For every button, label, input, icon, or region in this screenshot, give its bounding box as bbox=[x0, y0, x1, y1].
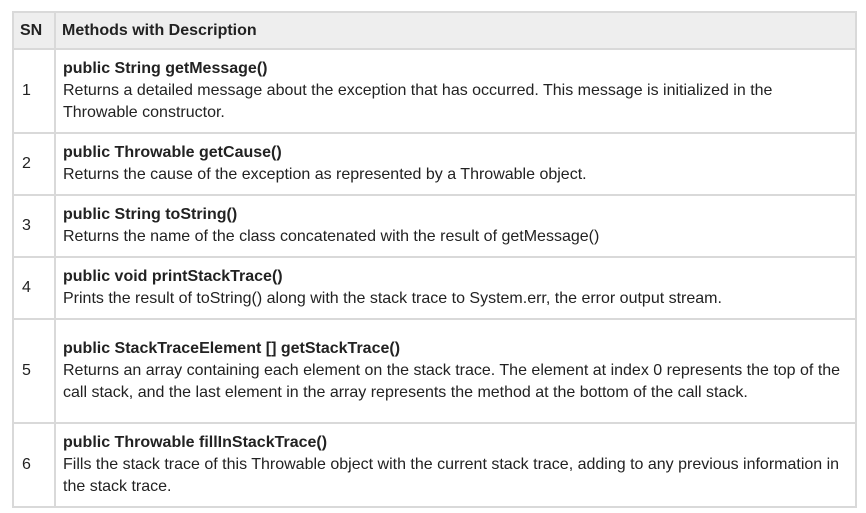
method-description: Returns the cause of the exception as re… bbox=[63, 166, 587, 183]
methods-table-container: SN Methods with Description 1 public Str… bbox=[12, 11, 857, 508]
table-header-row: SN Methods with Description bbox=[12, 11, 857, 50]
column-header-description: Methods with Description bbox=[54, 11, 857, 50]
table-row: 4 public void printStackTrace() Prints t… bbox=[12, 256, 857, 320]
method-signature: public String toString() bbox=[63, 206, 238, 223]
method-cell: public String toString() Returns the nam… bbox=[54, 194, 857, 258]
table-row: 6 public Throwable fillInStackTrace() Fi… bbox=[12, 422, 857, 508]
row-number: 1 bbox=[12, 48, 56, 134]
method-description: Prints the result of toString() along wi… bbox=[63, 290, 722, 307]
method-description: Returns the name of the class concatenat… bbox=[63, 228, 600, 245]
method-signature: public Throwable getCause() bbox=[63, 144, 282, 161]
row-number: 6 bbox=[12, 422, 56, 508]
method-cell: public Throwable getCause() Returns the … bbox=[54, 132, 857, 196]
methods-table: SN Methods with Description 1 public Str… bbox=[12, 11, 857, 508]
method-cell: public StackTraceElement [] getStackTrac… bbox=[54, 318, 857, 424]
table-row: 5 public StackTraceElement [] getStackTr… bbox=[12, 318, 857, 424]
method-cell: public String getMessage() Returns a det… bbox=[54, 48, 857, 134]
method-description: Returns an array containing each element… bbox=[63, 362, 841, 401]
method-signature: public Throwable fillInStackTrace() bbox=[63, 434, 328, 451]
row-number: 3 bbox=[12, 194, 56, 258]
method-signature: public StackTraceElement [] getStackTrac… bbox=[63, 340, 401, 357]
method-signature: public String getMessage() bbox=[63, 60, 268, 77]
row-number: 4 bbox=[12, 256, 56, 320]
table-row: 2 public Throwable getCause() Returns th… bbox=[12, 132, 857, 196]
method-cell: public Throwable fillInStackTrace() Fill… bbox=[54, 422, 857, 508]
column-header-sn: SN bbox=[12, 11, 56, 50]
table-row: 3 public String toString() Returns the n… bbox=[12, 194, 857, 258]
row-number: 5 bbox=[12, 318, 56, 424]
method-description: Fills the stack trace of this Throwable … bbox=[63, 456, 840, 495]
method-description: Returns a detailed message about the exc… bbox=[63, 82, 773, 121]
method-cell: public void printStackTrace() Prints the… bbox=[54, 256, 857, 320]
row-number: 2 bbox=[12, 132, 56, 196]
table-row: 1 public String getMessage() Returns a d… bbox=[12, 48, 857, 134]
method-signature: public void printStackTrace() bbox=[63, 268, 283, 285]
